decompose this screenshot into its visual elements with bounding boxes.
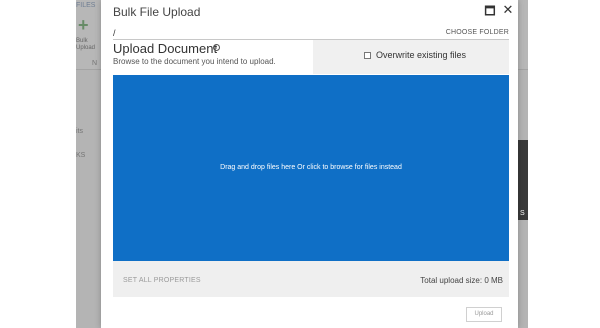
overwrite-label[interactable]: Overwrite existing files xyxy=(376,50,466,60)
info-icon[interactable]: i xyxy=(213,44,220,51)
upload-document-subtitle: Browse to the document you intend to upl… xyxy=(113,57,276,66)
folder-path: / xyxy=(113,28,116,38)
background-bulk-upload-button: + Bulk Upload xyxy=(76,16,98,56)
dialog-footer: SET ALL PROPERTIES Total upload size: 0 … xyxy=(113,261,509,297)
background-bulk-upload-label: Bulk Upload xyxy=(76,38,96,51)
set-all-properties-link[interactable]: SET ALL PROPERTIES xyxy=(123,277,201,284)
drop-zone-text: Drag and drop files here Or click to bro… xyxy=(220,164,402,171)
maximize-icon[interactable]: 🗖 xyxy=(483,2,497,23)
dialog-title: Bulk File Upload xyxy=(113,5,201,19)
choose-folder-link[interactable]: CHOOSE FOLDER xyxy=(446,29,509,36)
upload-document-title: Upload Document xyxy=(113,41,218,56)
background-nav-item: KS xyxy=(76,152,86,159)
folder-path-row: / CHOOSE FOLDER xyxy=(113,28,509,40)
background-nav-item: N xyxy=(92,60,98,67)
upload-document-panel: Upload Document i Browse to the document… xyxy=(113,40,313,74)
upload-button[interactable]: Upload xyxy=(466,307,502,322)
background-thumbnail-letter: S xyxy=(520,210,525,217)
background-files-tab: FILES xyxy=(76,2,96,9)
add-icon: + xyxy=(78,15,89,35)
screen: FILES + Bulk Upload N its KS S Bulk File… xyxy=(0,0,600,328)
total-upload-size: Total upload size: 0 MB xyxy=(420,276,503,285)
close-icon[interactable]: ✕ xyxy=(501,2,515,18)
overwrite-checkbox[interactable] xyxy=(364,52,371,59)
background-nav-item: its xyxy=(76,128,83,135)
overwrite-panel: Overwrite existing files xyxy=(313,40,509,74)
drop-zone[interactable]: Drag and drop files here Or click to bro… xyxy=(113,75,509,261)
bulk-upload-dialog: Bulk File Upload 🗖 ✕ / CHOOSE FOLDER Upl… xyxy=(101,0,518,328)
